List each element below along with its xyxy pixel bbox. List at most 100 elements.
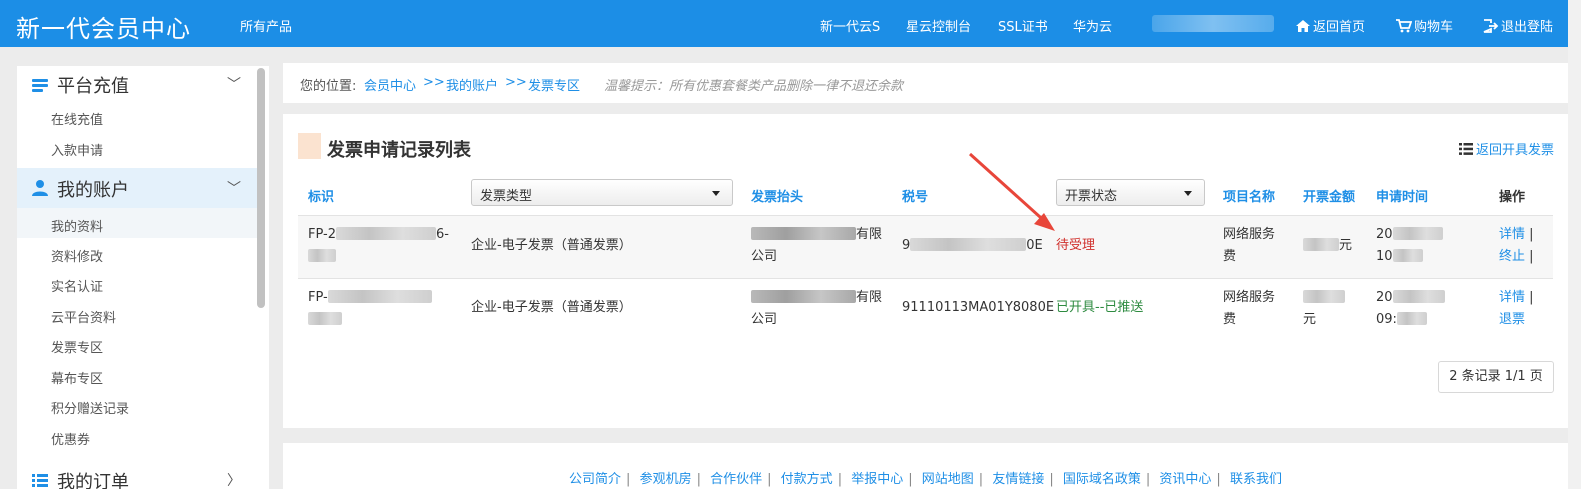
refund-link[interactable]: 退票	[1499, 312, 1525, 327]
row-project: 网络服务费	[1223, 287, 1275, 331]
sidebar-scrollbar[interactable]	[257, 68, 265, 308]
annotation-arrow-icon	[968, 152, 1055, 231]
sidebar-item-online-recharge[interactable]: 在线充值	[51, 109, 103, 128]
col-header-id: 标识	[308, 190, 335, 205]
sidebar-item-curtain[interactable]: 幕布专区	[51, 368, 103, 387]
col-header-apply-time: 申请时间	[1376, 190, 1429, 205]
col-header-tax-no: 税号	[902, 190, 929, 205]
blurred-text	[751, 290, 856, 303]
sidebar-section-account[interactable]: 我的账户 ﹀	[17, 170, 257, 206]
sidebar: 平台充值 ﹀ 在线充值 入款申请 我的账户 ﹀ 我的资料 资料修改 实名认证 云…	[17, 66, 269, 489]
sidebar-section-title: 我的账户	[57, 180, 129, 201]
sidebar-item-deposit-apply[interactable]: 入款申请	[51, 140, 103, 159]
brand-title[interactable]: 新一代会员中心	[16, 9, 191, 44]
sidebar-item-invoice[interactable]: 发票专区	[51, 337, 103, 356]
sidebar-section-orders[interactable]: 我的订单 〉	[17, 462, 257, 489]
breadcrumb-hint: 温馨提示：所有优惠套餐类产品删除一律不退还余款	[604, 79, 904, 94]
cart-link[interactable]: 购物车	[1396, 16, 1453, 35]
footer-link[interactable]: 联系我们	[1230, 472, 1282, 487]
nav-link-console[interactable]: 星云控制台	[906, 16, 971, 35]
footer-link[interactable]: 付款方式	[781, 472, 833, 487]
sidebar-item-cloud-profile[interactable]: 云平台资料	[51, 307, 116, 326]
breadcrumb-member-center[interactable]: 会员中心	[364, 75, 416, 94]
sidebar-item-edit-profile[interactable]: 资料修改	[51, 246, 103, 265]
footer-link[interactable]: 参观机房	[640, 472, 692, 487]
return-invoice-label: 返回开具发票	[1475, 143, 1554, 158]
row-time-l1: 20	[1376, 290, 1393, 305]
logout-link[interactable]: 退出登陆	[1483, 16, 1553, 35]
col-header-invoice-title: 发票抬头	[751, 190, 804, 205]
return-invoice-link[interactable]: 返回开具发票	[1458, 139, 1554, 158]
footer-link[interactable]: 友情链接	[992, 472, 1044, 487]
blurred-text	[1303, 238, 1339, 251]
list-icon	[1458, 143, 1473, 155]
sidebar-item-points-gift[interactable]: 积分赠送记录	[51, 398, 129, 417]
blurred-text	[308, 249, 336, 262]
title-marker-icon	[298, 133, 321, 159]
nav-link-ssl[interactable]: SSL证书	[998, 16, 1048, 35]
row-id: FP-2 6-	[308, 224, 449, 268]
row-time-l2: 09:	[1376, 312, 1397, 327]
row-apply-time: 20 09:	[1376, 287, 1445, 331]
page-scrollbar[interactable]	[1568, 0, 1581, 489]
blurred-text	[1392, 249, 1423, 262]
footer-link[interactable]: 网站地图	[922, 472, 974, 487]
divider	[298, 278, 1553, 279]
terminate-link[interactable]: 终止	[1499, 249, 1525, 264]
logout-icon	[1483, 19, 1499, 33]
cart-icon	[1396, 19, 1412, 33]
footer-links: 公司简介 | 参观机房 | 合作伙伴 | 付款方式 | 举报中心 | 网站地图 | 友情链接…	[569, 472, 1282, 487]
row-amount: 元	[1303, 235, 1352, 257]
invoice-type-select[interactable]: 发票类型	[471, 179, 733, 206]
footer-link[interactable]: 资讯中心	[1159, 472, 1211, 487]
breadcrumb-invoice[interactable]: 发票专区	[528, 75, 580, 94]
home-icon	[1296, 20, 1310, 32]
breadcrumb: 您的位置: 会员中心 >> 我的账户 >> 发票专区 温馨提示：所有优惠套餐类产…	[283, 63, 1568, 103]
detail-link[interactable]: 详情	[1499, 290, 1525, 305]
col-header-project: 项目名称	[1223, 190, 1276, 205]
row-tax-prefix: 9	[902, 238, 911, 253]
sidebar-item-realname[interactable]: 实名认证	[51, 276, 103, 295]
breadcrumb-prefix: 您的位置:	[300, 79, 357, 94]
invoice-status-select[interactable]: 开票状态	[1056, 179, 1205, 206]
detail-link[interactable]: 详情	[1499, 227, 1525, 242]
sidebar-section-recharge[interactable]: 平台充值 ﹀	[17, 66, 257, 102]
blurred-text	[308, 312, 342, 325]
list-icon	[32, 474, 48, 487]
nav-link-huawei[interactable]: 华为云	[1073, 16, 1112, 35]
caret-down-icon	[712, 191, 720, 196]
row-title-line2: 公司	[751, 312, 778, 327]
row-invoice-title: 有限 公司	[751, 224, 882, 268]
card-title: 发票申请记录列表	[327, 140, 471, 161]
nav-link-new-cloud[interactable]: 新一代云S	[820, 16, 880, 35]
all-products-link[interactable]: 所有产品	[240, 16, 292, 35]
breadcrumb-my-account[interactable]: 我的账户	[446, 75, 498, 94]
sidebar-item-my-profile[interactable]: 我的资料	[51, 216, 103, 235]
blurred-text	[1392, 227, 1443, 240]
footer-link[interactable]: 举报中心	[851, 472, 903, 487]
row-title-line2: 公司	[751, 249, 778, 264]
cart-label: 购物车	[1414, 20, 1454, 35]
row-project: 网络服务费	[1223, 224, 1275, 268]
row-id-suffix: 6-	[436, 227, 449, 242]
username-blurred[interactable]	[1152, 15, 1274, 32]
footer-link[interactable]: 公司简介	[569, 472, 621, 487]
footer-link[interactable]: 国际域名政策	[1063, 472, 1141, 487]
invoice-type-select-value: 发票类型	[480, 189, 533, 204]
pagination-info: 2 条记录 1/1 页	[1438, 361, 1554, 393]
status-badge: 待受理	[1056, 238, 1096, 253]
blurred-text	[751, 227, 856, 240]
chevron-down-icon: ﹀	[227, 77, 241, 93]
row-project-l1: 网络服务	[1223, 290, 1276, 305]
home-link[interactable]: 返回首页	[1295, 16, 1365, 35]
row-project-l1: 网络服务	[1223, 227, 1276, 242]
status-badge: 已开具--已推送	[1056, 300, 1144, 315]
footer-link[interactable]: 合作伙伴	[710, 472, 762, 487]
sidebar-item-coupons[interactable]: 优惠券	[51, 429, 90, 448]
footer: 公司简介 | 参观机房 | 合作伙伴 | 付款方式 | 举报中心 | 网站地图 | 友情链接…	[283, 443, 1568, 489]
user-icon	[32, 180, 48, 196]
invoice-status-select-value: 开票状态	[1065, 189, 1118, 204]
blurred-text	[336, 227, 436, 240]
row-tax-no: 91110113MA01Y8080E	[902, 300, 1055, 315]
blurred-text	[327, 290, 432, 303]
